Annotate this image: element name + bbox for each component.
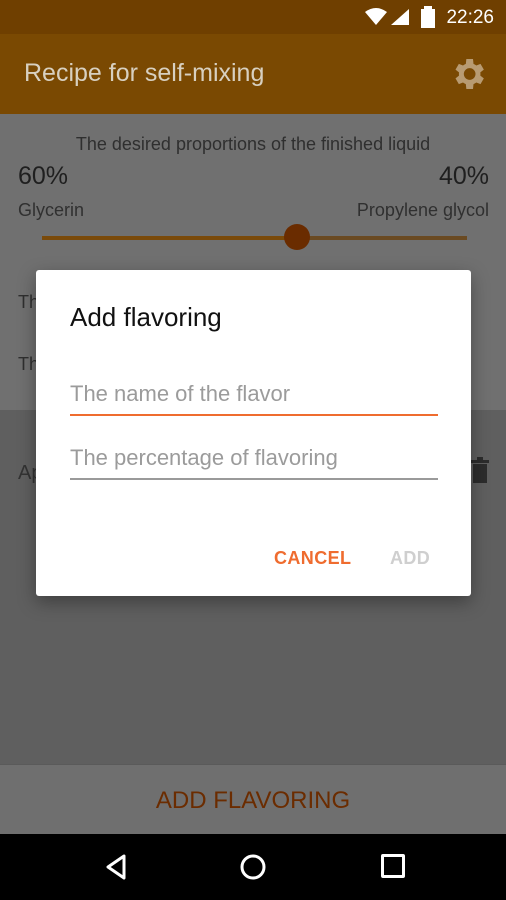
status-bar: 22:26 [0, 0, 506, 34]
app-bar: Recipe for self-mixing [0, 34, 506, 114]
cancel-button[interactable]: CANCEL [274, 548, 351, 569]
navigation-bar [0, 834, 506, 900]
flavor-percentage-input[interactable]: The percentage of flavoring [70, 438, 438, 480]
bottom-action-bar: ADD FLAVORING [0, 764, 506, 835]
back-icon[interactable] [102, 853, 130, 881]
add-flavoring-dialog: Add flavoring The name of the flavor The… [36, 270, 471, 596]
signal-icon [391, 9, 409, 25]
dialog-title: Add flavoring [70, 302, 222, 332]
trash-icon[interactable] [468, 456, 492, 484]
recents-icon[interactable] [381, 854, 405, 878]
glycerin-label: Glycerin [18, 200, 85, 220]
slider-track-fill [42, 236, 297, 240]
propylene-label: Propylene glycol [356, 200, 489, 220]
glycerin-percent: 60% [18, 162, 69, 190]
propylene-percent: 40% [438, 162, 489, 190]
add-button[interactable]: ADD [390, 548, 430, 569]
gear-icon[interactable] [448, 54, 488, 94]
battery-icon [421, 6, 435, 28]
flavor-name-input[interactable]: The name of the flavor [70, 374, 438, 416]
status-time: 22:26 [446, 7, 494, 28]
home-icon[interactable] [239, 853, 267, 881]
proportions-label: The desired proportions of the finished … [75, 134, 431, 154]
add-flavoring-button[interactable]: ADD FLAVORING [0, 787, 506, 815]
app-title: Recipe for self-mixing [24, 59, 265, 87]
dialog-actions: CANCEL ADD [36, 548, 471, 572]
slider-thumb[interactable] [284, 224, 310, 250]
wifi-icon [365, 8, 387, 25]
